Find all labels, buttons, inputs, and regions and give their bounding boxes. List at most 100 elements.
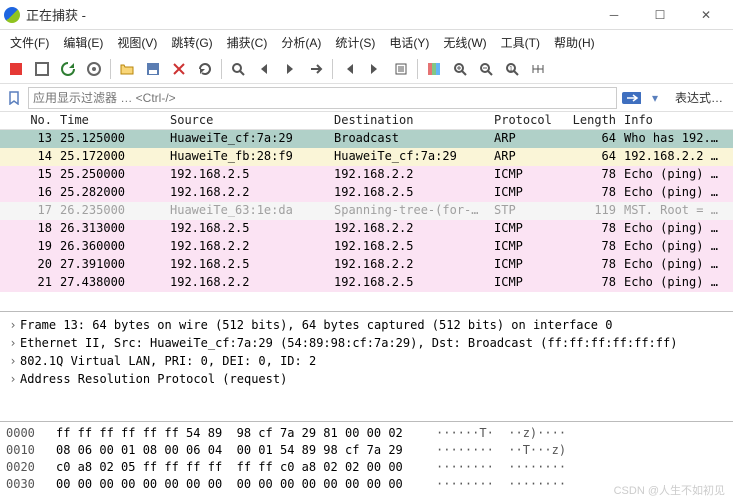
packet-row[interactable]: 2027.391000192.168.2.5192.168.2.2ICMP78E…	[0, 256, 733, 274]
hex-offset: 0000	[6, 426, 56, 443]
menu-tools[interactable]: 工具(T)	[495, 32, 546, 53]
menu-view[interactable]: 视图(V)	[111, 32, 163, 53]
reload-icon[interactable]	[193, 57, 217, 81]
cell-info: Echo (ping) …	[620, 184, 733, 202]
expression-button[interactable]: 表达式…	[669, 87, 729, 108]
filter-dropdown-icon[interactable]: ▾	[645, 88, 665, 108]
cell-protocol: ICMP	[490, 184, 564, 202]
col-destination[interactable]: Destination	[330, 112, 490, 129]
zoom-out-icon[interactable]	[474, 57, 498, 81]
hex-line[interactable]: 001008 06 00 01 08 00 06 04 00 01 54 89 …	[6, 443, 727, 460]
hex-offset: 0020	[6, 460, 56, 477]
stop-capture-icon[interactable]	[30, 57, 54, 81]
apply-filter-icon[interactable]	[621, 88, 641, 108]
maximize-button[interactable]: ☐	[637, 0, 683, 30]
save-file-icon[interactable]	[141, 57, 165, 81]
col-info[interactable]: Info	[620, 112, 733, 129]
cell-no: 18	[0, 220, 56, 238]
detail-line[interactable]: ›Address Resolution Protocol (request)	[6, 370, 727, 388]
svg-text:1: 1	[509, 66, 513, 73]
menu-capture[interactable]: 捕获(C)	[221, 32, 274, 53]
menu-telephony[interactable]: 电话(Y)	[383, 32, 435, 53]
goto-packet-icon[interactable]	[304, 57, 328, 81]
packet-row[interactable]: 1425.172000HuaweiTe_fb:28:f9HuaweiTe_cf:…	[0, 148, 733, 166]
expand-icon[interactable]: ›	[6, 372, 20, 386]
packet-row[interactable]: 1926.360000192.168.2.2192.168.2.5ICMP78E…	[0, 238, 733, 256]
hex-bytes: 08 06 00 01 08 00 06 04 00 01 54 89 98 c…	[56, 443, 436, 460]
detail-text: Frame 13: 64 bytes on wire (512 bits), 6…	[20, 318, 612, 332]
cell-time: 26.313000	[56, 220, 166, 238]
packet-list-header: No. Time Source Destination Protocol Len…	[0, 112, 733, 130]
cell-no: 15	[0, 166, 56, 184]
hex-line[interactable]: 0000ff ff ff ff ff ff 54 89 98 cf 7a 29 …	[6, 426, 727, 443]
bookmark-icon[interactable]	[4, 88, 24, 108]
first-packet-icon[interactable]	[337, 57, 361, 81]
zoom-in-icon[interactable]	[448, 57, 472, 81]
packet-row[interactable]: 1325.125000HuaweiTe_cf:7a:29BroadcastARP…	[0, 130, 733, 148]
menubar: 文件(F) 编辑(E) 视图(V) 跳转(G) 捕获(C) 分析(A) 统计(S…	[0, 30, 733, 54]
close-file-icon[interactable]	[167, 57, 191, 81]
expand-icon[interactable]: ›	[6, 318, 20, 332]
cell-destination: HuaweiTe_cf:7a:29	[330, 148, 490, 166]
packet-row[interactable]: 1726.235000HuaweiTe_63:1e:daSpanning-tre…	[0, 202, 733, 220]
menu-file[interactable]: 文件(F)	[4, 32, 55, 53]
cell-source: 192.168.2.5	[166, 220, 330, 238]
menu-help[interactable]: 帮助(H)	[548, 32, 601, 53]
hex-ascii: ········ ··T···z)	[436, 443, 727, 460]
last-packet-icon[interactable]	[363, 57, 387, 81]
detail-line[interactable]: ›Frame 13: 64 bytes on wire (512 bits), …	[6, 316, 727, 334]
col-time[interactable]: Time	[56, 112, 166, 129]
expand-icon[interactable]: ›	[6, 336, 20, 350]
colorize-icon[interactable]	[422, 57, 446, 81]
packet-row[interactable]: 1625.282000192.168.2.2192.168.2.5ICMP78E…	[0, 184, 733, 202]
col-source[interactable]: Source	[166, 112, 330, 129]
cell-protocol: ICMP	[490, 256, 564, 274]
restart-capture-icon[interactable]	[56, 57, 80, 81]
titlebar: 正在捕获 - ─ ☐ ✕	[0, 0, 733, 30]
cell-length: 78	[564, 166, 620, 184]
col-length[interactable]: Length	[564, 112, 620, 129]
app-icon	[4, 7, 20, 23]
zoom-reset-icon[interactable]: 1	[500, 57, 524, 81]
find-packet-icon[interactable]	[226, 57, 250, 81]
next-packet-icon[interactable]	[278, 57, 302, 81]
display-filter-input[interactable]	[28, 87, 617, 109]
cell-destination: 192.168.2.5	[330, 274, 490, 292]
cell-destination: Broadcast	[330, 130, 490, 148]
prev-packet-icon[interactable]	[252, 57, 276, 81]
packet-row[interactable]: 1525.250000192.168.2.5192.168.2.2ICMP78E…	[0, 166, 733, 184]
resize-columns-icon[interactable]	[526, 57, 550, 81]
close-button[interactable]: ✕	[683, 0, 729, 30]
cell-no: 19	[0, 238, 56, 256]
col-protocol[interactable]: Protocol	[490, 112, 564, 129]
cell-length: 78	[564, 184, 620, 202]
cell-no: 17	[0, 202, 56, 220]
cell-info: Echo (ping) …	[620, 166, 733, 184]
packet-row[interactable]: 2127.438000192.168.2.2192.168.2.5ICMP78E…	[0, 274, 733, 292]
open-file-icon[interactable]	[115, 57, 139, 81]
menu-go[interactable]: 跳转(G)	[165, 32, 218, 53]
hex-line[interactable]: 0020c0 a8 02 05 ff ff ff ff ff ff c0 a8 …	[6, 460, 727, 477]
cell-length: 78	[564, 238, 620, 256]
minimize-button[interactable]: ─	[591, 0, 637, 30]
packet-row[interactable]: 1826.313000192.168.2.5192.168.2.2ICMP78E…	[0, 220, 733, 238]
cell-no: 20	[0, 256, 56, 274]
expand-icon[interactable]: ›	[6, 354, 20, 368]
hex-bytes: ff ff ff ff ff ff 54 89 98 cf 7a 29 81 0…	[56, 426, 436, 443]
cell-info: MST. Root = …	[620, 202, 733, 220]
detail-line[interactable]: ›Ethernet II, Src: HuaweiTe_cf:7a:29 (54…	[6, 334, 727, 352]
col-no[interactable]: No.	[0, 112, 56, 129]
capture-options-icon[interactable]	[82, 57, 106, 81]
detail-line[interactable]: ›802.1Q Virtual LAN, PRI: 0, DEI: 0, ID:…	[6, 352, 727, 370]
menu-edit[interactable]: 编辑(E)	[57, 32, 109, 53]
start-capture-icon[interactable]	[4, 57, 28, 81]
menu-analyze[interactable]: 分析(A)	[275, 32, 327, 53]
cell-time: 25.282000	[56, 184, 166, 202]
cell-info: 192.168.2.2 …	[620, 148, 733, 166]
auto-scroll-icon[interactable]	[389, 57, 413, 81]
cell-length: 64	[564, 130, 620, 148]
menu-wireless[interactable]: 无线(W)	[437, 32, 492, 53]
menu-stats[interactable]: 统计(S)	[329, 32, 381, 53]
cell-source: 192.168.2.5	[166, 256, 330, 274]
cell-protocol: ICMP	[490, 166, 564, 184]
